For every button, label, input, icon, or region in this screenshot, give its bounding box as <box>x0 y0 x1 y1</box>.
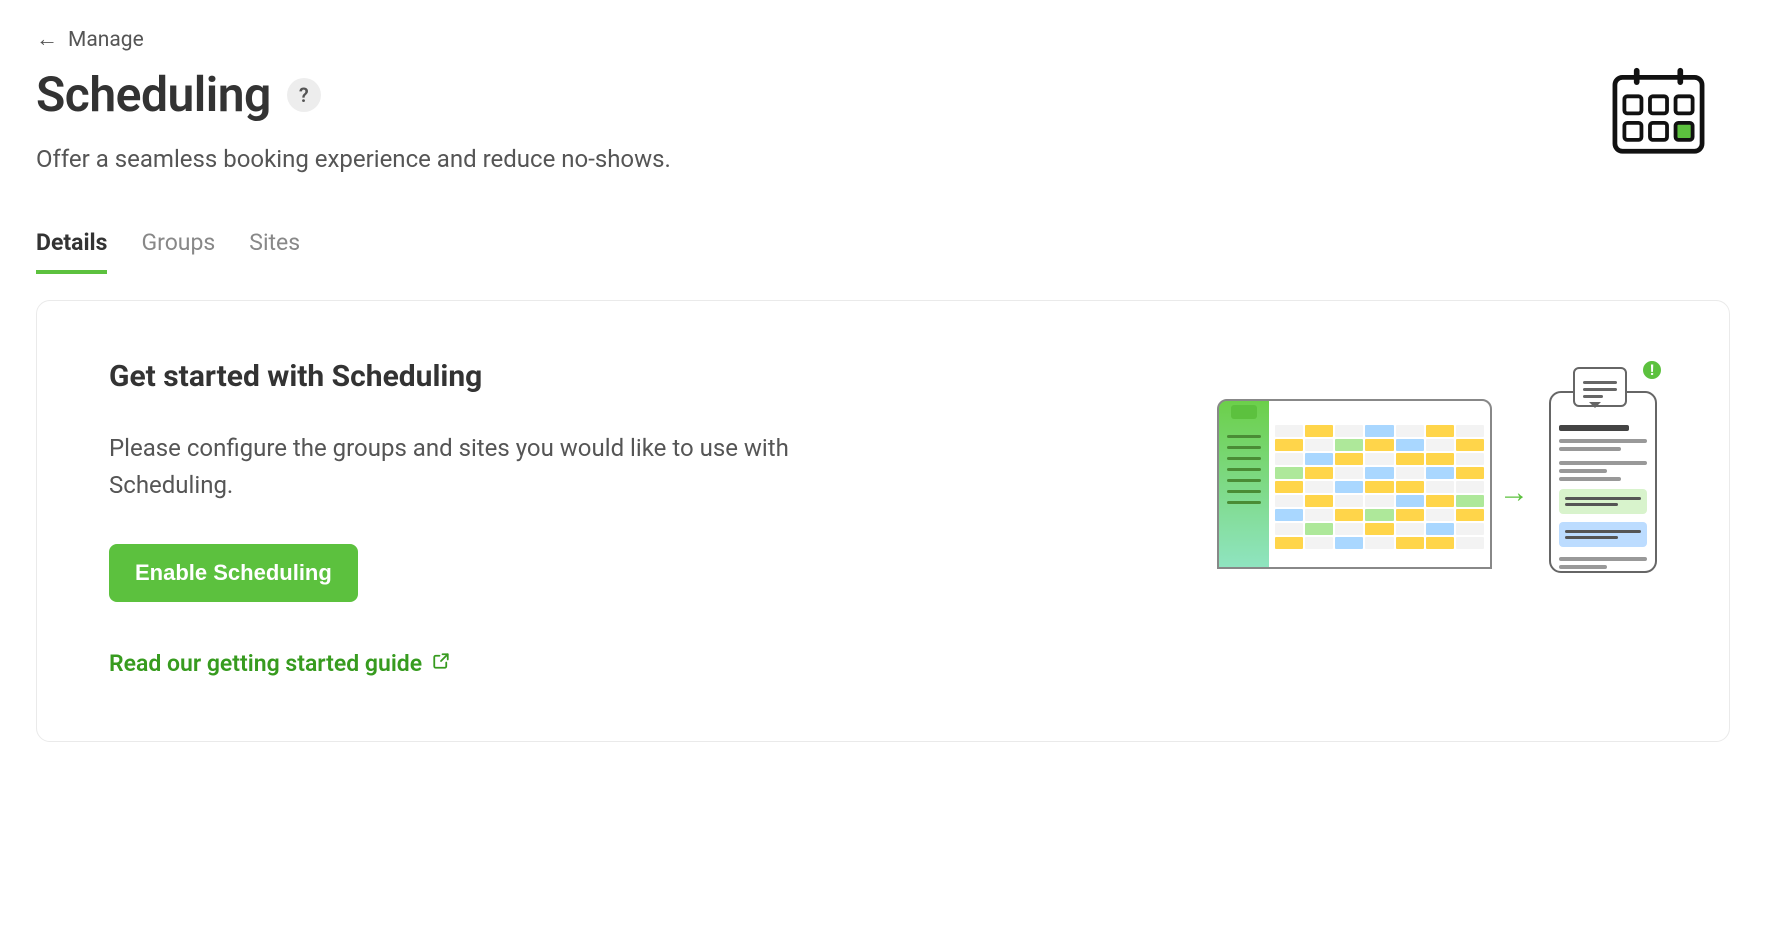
tabs: Details Groups Sites <box>36 229 1730 274</box>
tab-sites[interactable]: Sites <box>249 229 300 274</box>
external-link-icon <box>432 652 450 675</box>
breadcrumb-label: Manage <box>68 28 144 52</box>
enable-scheduling-button[interactable]: Enable Scheduling <box>109 544 358 602</box>
breadcrumb-back[interactable]: ← Manage <box>36 28 144 52</box>
help-icon[interactable]: ? <box>287 78 321 112</box>
arrow-left-icon: ← <box>36 29 58 51</box>
title-row: Scheduling ? <box>36 66 671 123</box>
alert-badge-icon: ! <box>1641 359 1663 381</box>
page-header: Scheduling ? Offer a seamless booking ex… <box>36 66 1730 173</box>
tab-details[interactable]: Details <box>36 229 107 274</box>
arrow-right-icon: → <box>1499 475 1529 510</box>
card-content: Get started with Scheduling Please confi… <box>109 359 889 677</box>
scheduling-illustration: → ! <box>1217 399 1657 574</box>
get-started-card: Get started with Scheduling Please confi… <box>36 300 1730 742</box>
speech-bubble-icon <box>1573 367 1627 407</box>
tab-groups[interactable]: Groups <box>141 229 215 274</box>
phone-graphic: ! <box>1549 391 1657 573</box>
guide-link-label: Read our getting started guide <box>109 650 422 677</box>
laptop-graphic <box>1217 399 1492 569</box>
getting-started-guide-link[interactable]: Read our getting started guide <box>109 650 450 677</box>
page-subtitle: Offer a seamless booking experience and … <box>36 145 671 173</box>
page-title: Scheduling <box>36 66 271 123</box>
header-left: Scheduling ? Offer a seamless booking ex… <box>36 66 671 173</box>
card-description: Please configure the groups and sites yo… <box>109 430 889 504</box>
calendar-icon <box>1611 66 1706 156</box>
card-heading: Get started with Scheduling <box>109 359 889 394</box>
